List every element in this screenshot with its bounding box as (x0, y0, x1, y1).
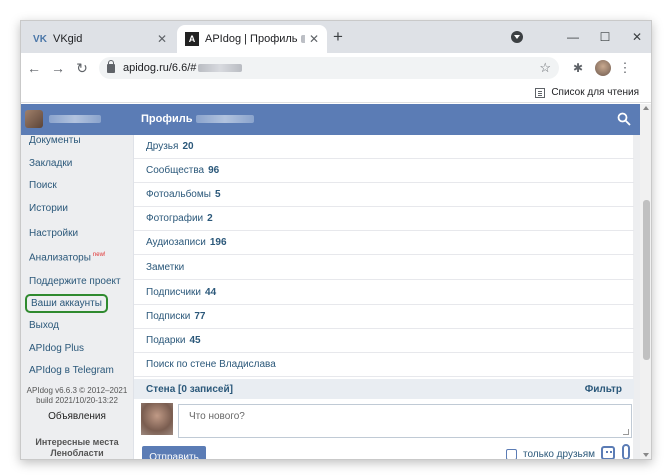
sidebar-item-accounts[interactable]: Ваши аккаунты (25, 294, 108, 313)
reading-list-button[interactable]: Список для чтения (535, 87, 639, 98)
sidebar-item-analyzers[interactable]: Анализаторы new! (29, 252, 106, 263)
blurred-url (198, 64, 243, 72)
sidebar-item-telegram[interactable]: APIdog в Telegram (29, 365, 114, 376)
section-followers[interactable]: Подписчики 44 (134, 281, 634, 305)
extensions-icon[interactable]: ✱ (567, 61, 589, 75)
blurred-name (300, 35, 305, 44)
sidebar-item-documents[interactable]: Документы (29, 135, 81, 146)
bookmark-star-icon[interactable]: ☆ (539, 60, 551, 76)
section-subscriptions[interactable]: Подписки 77 (134, 305, 634, 329)
tab-title: VKgid (53, 33, 83, 45)
sidebar-item-plus[interactable]: APIdog Plus (29, 343, 84, 354)
section-wall-search[interactable]: Поиск по стене Владислава (134, 353, 634, 377)
maximize-icon[interactable]: ☐ (589, 30, 621, 44)
search-icon[interactable] (617, 112, 631, 126)
blurred-profile-name (196, 115, 255, 123)
profile-avatar[interactable] (595, 60, 611, 76)
reload-icon[interactable]: ↻ (71, 60, 93, 77)
apidog-icon: A (185, 32, 199, 46)
browser-toolbar: ← → ↻ apidog.ru/6.6/# ☆ ✱ ⋮ (21, 53, 651, 83)
menu-icon[interactable]: ⋮ (617, 60, 633, 76)
reading-list-label: Список для чтения (551, 87, 639, 98)
section-friends[interactable]: Друзья 20 (134, 135, 634, 159)
version-info: APIdog v6.6.3 © 2012–2021 build 2021/10/… (26, 386, 128, 405)
new-tab-icon[interactable]: + (333, 27, 343, 47)
sidebar-item-logout[interactable]: Выход (29, 320, 59, 331)
tab-search-icon[interactable] (511, 31, 523, 43)
user-avatar[interactable] (25, 110, 43, 128)
composer-avatar (141, 403, 173, 435)
browser-window: VK VKgid ✕ A APIdog | Профиль ✕ + — ☐ ✕ … (20, 20, 652, 460)
sidebar-item-stories[interactable]: Истории (29, 203, 68, 214)
wall-header: Стена [0 записей] Фильтр (134, 379, 634, 399)
address-bar[interactable]: apidog.ru/6.6/# ☆ (99, 57, 559, 79)
toolbar-right: ✱ ⋮ (567, 60, 633, 76)
tab-apidog[interactable]: A APIdog | Профиль ✕ (177, 25, 327, 53)
wall-title: Стена [0 записей] (146, 383, 233, 395)
tab-title: APIdog | Профиль (205, 33, 305, 45)
friends-only-checkbox[interactable] (506, 449, 517, 459)
sidebar-item-bookmarks[interactable]: Закладки (29, 158, 72, 169)
scroll-up-icon[interactable] (643, 106, 649, 110)
friends-only-label: только друзьям (523, 449, 596, 460)
close-window-icon[interactable]: ✕ (621, 30, 651, 44)
tab-vkgid[interactable]: VK VKgid ✕ (25, 25, 175, 53)
close-tab-icon[interactable]: ✕ (309, 32, 319, 46)
page-scrollbar[interactable] (640, 104, 651, 459)
section-audio[interactable]: Аудиозаписи 196 (134, 231, 634, 255)
url-text: apidog.ru/6.6/# (123, 62, 197, 74)
post-input[interactable]: Что нового? (178, 404, 632, 438)
close-tab-icon[interactable]: ✕ (157, 32, 167, 46)
section-photos[interactable]: Фотографии 2 (134, 207, 634, 231)
filter-link[interactable]: Фильтр (585, 384, 622, 395)
forward-icon[interactable]: → (47, 60, 69, 76)
ads-heading: Объявления (48, 411, 106, 422)
window-controls: — ☐ ✕ (511, 21, 651, 53)
sidebar-item-search[interactable]: Поиск (29, 180, 57, 191)
left-sidebar: Документы Закладки Поиск Истории Настрой… (21, 135, 133, 459)
minimize-icon[interactable]: — (557, 30, 589, 44)
blurred-username[interactable] (49, 115, 101, 123)
sidebar-item-support[interactable]: Поддержите проект (29, 276, 121, 287)
friends-only-toggle[interactable]: только друзьям (506, 449, 596, 460)
scroll-thumb[interactable] (643, 200, 650, 360)
page-title: Профиль (141, 113, 255, 125)
lock-icon (107, 59, 115, 73)
scroll-down-icon[interactable] (643, 453, 649, 457)
attach-icon[interactable] (622, 444, 630, 459)
reading-list-icon (535, 87, 546, 98)
vk-icon: VK (33, 33, 47, 45)
section-gifts[interactable]: Подарки 45 (134, 329, 634, 353)
section-photo-albums[interactable]: Фотоальбомы 5 (134, 183, 634, 207)
section-notes[interactable]: Заметки (134, 256, 634, 280)
profile-main: Друзья 20 Сообщества 96 Фотоальбомы 5 Фотог… (133, 135, 634, 460)
back-icon[interactable]: ← (23, 60, 45, 76)
section-communities[interactable]: Сообщества 96 (134, 159, 634, 183)
new-badge: new! (92, 252, 106, 258)
bookmarks-bar: Список для чтения (21, 83, 651, 103)
ad-title[interactable]: Интересные места Ленобласти (21, 437, 133, 459)
sticker-icon[interactable] (601, 446, 615, 459)
resize-handle-icon[interactable] (623, 429, 629, 435)
page-content: Профиль Документы Закладки Поиск Истории… (21, 104, 651, 460)
sidebar-item-settings[interactable]: Настройки (29, 228, 78, 239)
app-header: Профиль (21, 104, 640, 135)
send-button[interactable]: Отправить (142, 446, 206, 459)
tab-strip: VK VKgid ✕ A APIdog | Профиль ✕ + — ☐ ✕ (21, 21, 651, 53)
post-placeholder: Что нового? (189, 411, 245, 422)
